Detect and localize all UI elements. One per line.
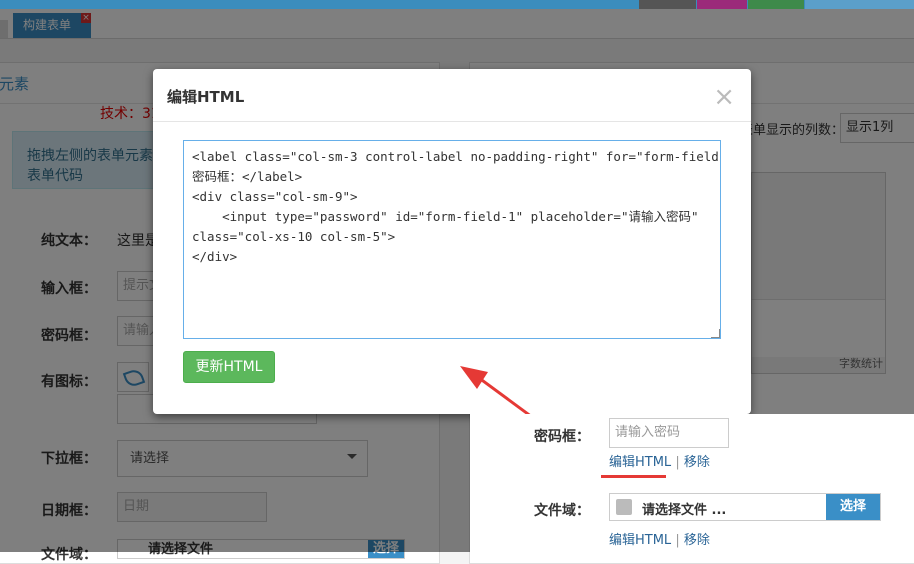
- edit-html-link[interactable]: 编辑HTML: [609, 455, 671, 470]
- remove-link-2[interactable]: 移除: [684, 533, 710, 548]
- canvas-file-actions: 编辑HTML | 移除: [609, 529, 710, 548]
- canvas-password-actions: 编辑HTML | 移除: [609, 451, 710, 470]
- canvas-file-text: 请选择文件 ...: [642, 503, 727, 518]
- canvas-file-label: 文件域：: [534, 503, 590, 519]
- highlight-underline: [601, 475, 666, 478]
- link-separator: |: [675, 533, 680, 548]
- canvas-password-input[interactable]: 请输入密码: [609, 418, 729, 448]
- link-separator: |: [675, 455, 680, 470]
- canvas-file-button[interactable]: 选择: [826, 494, 880, 520]
- canvas-password-label: 密码框：: [534, 429, 590, 445]
- remove-link[interactable]: 移除: [684, 455, 710, 470]
- edit-html-link-2[interactable]: 编辑HTML: [609, 533, 671, 548]
- upload-icon: [616, 499, 632, 515]
- canvas-file-input[interactable]: 请选择文件 ... 选择: [609, 493, 881, 521]
